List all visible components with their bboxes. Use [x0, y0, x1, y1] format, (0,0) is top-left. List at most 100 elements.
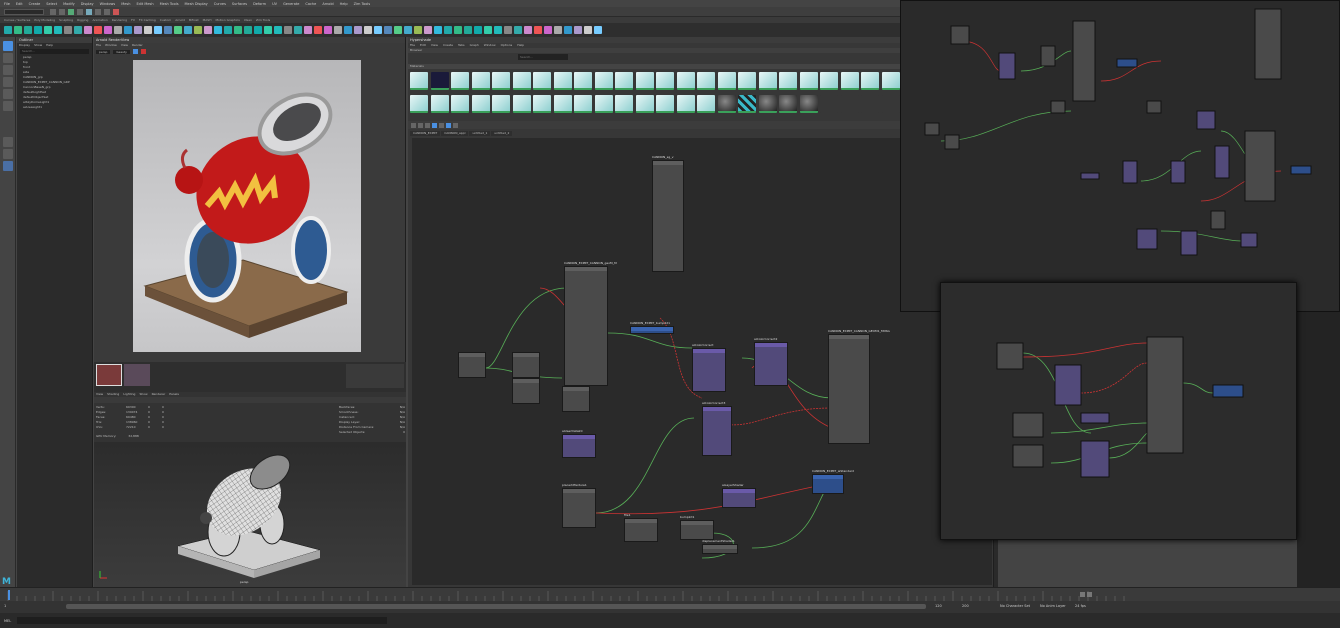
shelf-tool-icon[interactable] — [24, 26, 32, 34]
node-header[interactable] — [565, 267, 607, 271]
material-swatch[interactable] — [533, 95, 551, 113]
shelf-tool-icon[interactable] — [334, 26, 342, 34]
shelf-tool-icon[interactable] — [194, 26, 202, 34]
menu-mesh[interactable]: Mesh — [121, 2, 130, 6]
shelf-tool-icon[interactable] — [174, 26, 182, 34]
shelf-tool-icon[interactable] — [584, 26, 592, 34]
viewport-menu-item[interactable]: Show — [139, 392, 147, 397]
shelf-tool-icon[interactable] — [354, 26, 362, 34]
shelf-tool-icon[interactable] — [504, 26, 512, 34]
material-swatch[interactable] — [656, 95, 674, 113]
menu-file[interactable]: File — [4, 2, 10, 6]
menu-mesh-display[interactable]: Mesh Display — [185, 2, 208, 6]
viewport-menu-item[interactable]: Lighting — [123, 392, 135, 397]
shelf-tab-9[interactable]: Arnold — [175, 18, 185, 22]
hypershade-menu-item[interactable]: Graph — [470, 43, 479, 48]
shelf-tool-icon[interactable] — [394, 26, 402, 34]
material-swatch[interactable] — [471, 72, 490, 90]
shader-node[interactable] — [512, 352, 540, 378]
shader-node[interactable] — [458, 352, 486, 378]
material-swatch[interactable] — [840, 95, 859, 113]
node-header[interactable] — [829, 335, 869, 339]
shelf-tool-icon[interactable] — [364, 26, 372, 34]
material-swatch[interactable] — [676, 95, 695, 113]
shader-node[interactable] — [812, 474, 844, 494]
shelf-tool-icon[interactable] — [54, 26, 62, 34]
outliner-item[interactable]: aiAreaLight1 — [17, 105, 92, 110]
shelf-tool-icon[interactable] — [404, 26, 412, 34]
outliner-menu-display[interactable]: Display — [19, 43, 30, 48]
node-header[interactable] — [681, 521, 713, 525]
rotate-tool-icon[interactable] — [3, 89, 13, 99]
material-swatch[interactable] — [471, 95, 490, 113]
shader-node[interactable] — [692, 348, 726, 392]
shelf-tool-icon[interactable] — [454, 26, 462, 34]
menu-curves[interactable]: Curves — [214, 2, 226, 6]
node-header[interactable] — [813, 475, 843, 479]
shelf-tool-icon[interactable] — [154, 26, 162, 34]
render-menu-render[interactable]: Render — [132, 43, 143, 48]
render-play-icon[interactable] — [132, 49, 138, 54]
material-swatch[interactable] — [553, 95, 572, 113]
shelf-tab-0[interactable]: Curves / Surfaces — [4, 18, 30, 22]
lasso-tool-icon[interactable] — [3, 53, 13, 63]
shelf-tool-icon[interactable] — [234, 26, 242, 34]
shelf-tool-icon[interactable] — [114, 26, 122, 34]
shader-node[interactable] — [564, 266, 608, 386]
material-swatch[interactable] — [410, 95, 428, 113]
material-swatch[interactable] — [697, 72, 715, 90]
node-header[interactable] — [625, 519, 657, 523]
cmd-language[interactable]: MEL — [4, 619, 11, 623]
material-swatch[interactable] — [615, 72, 633, 90]
shelf-tool-icon[interactable] — [84, 26, 92, 34]
material-swatch[interactable] — [451, 95, 469, 113]
hypershade-menu-item[interactable]: Options — [501, 43, 513, 48]
shader-node[interactable] — [512, 378, 540, 404]
render-menu-view[interactable]: View — [121, 43, 128, 48]
shelf-tab-6[interactable]: FX — [131, 18, 135, 22]
node-header[interactable] — [563, 435, 595, 439]
shelf-tool-icon[interactable] — [144, 26, 152, 34]
material-swatch[interactable] — [820, 72, 838, 90]
shelf-tool-icon[interactable] — [204, 26, 212, 34]
node-header[interactable] — [653, 161, 683, 165]
menu-windows[interactable]: Windows — [100, 2, 116, 6]
shelf-tool-icon[interactable] — [524, 26, 532, 34]
material-swatch[interactable] — [574, 95, 592, 113]
shelf-tool-icon[interactable] — [74, 26, 82, 34]
select-tool-icon[interactable] — [3, 41, 13, 51]
shelf-tab-1[interactable]: Poly Modeling — [34, 18, 55, 22]
menu-deform[interactable]: Deform — [253, 2, 266, 6]
viewport-menu-item[interactable]: View — [96, 392, 103, 397]
shelf-tool-icon[interactable] — [104, 26, 112, 34]
graph-tab[interactable]: CANNON_EXPRT — [410, 131, 441, 136]
material-swatch[interactable] — [717, 95, 736, 113]
range-total-field[interactable]: 200 — [962, 604, 969, 608]
material-swatch[interactable] — [758, 72, 777, 90]
shader-node[interactable] — [722, 488, 756, 508]
shader-node[interactable] — [562, 434, 596, 458]
shelf-tab-3[interactable]: Rigging — [77, 18, 88, 22]
play-forward-icon[interactable] — [1087, 592, 1092, 597]
shelf-tab-12[interactable]: Motion Graphics — [215, 18, 239, 22]
hypershade-menu-item[interactable]: Tabs — [458, 43, 465, 48]
viewport-menu-item[interactable]: Panels — [169, 392, 179, 397]
outliner-search-input[interactable]: Search... — [20, 49, 89, 54]
material-swatch[interactable] — [533, 72, 551, 90]
scale-tool-icon[interactable] — [3, 101, 13, 111]
menu-edit-mesh[interactable]: Edit Mesh — [136, 2, 153, 6]
shelf-tool-icon[interactable] — [4, 26, 12, 34]
layout-two-icon[interactable] — [3, 161, 13, 171]
material-swatch[interactable] — [430, 95, 449, 113]
material-swatch[interactable] — [738, 72, 756, 90]
material-swatch[interactable] — [451, 72, 469, 90]
range-start-field[interactable]: 1 — [4, 604, 6, 608]
graph-tab[interactable]: untitled_1 — [469, 131, 491, 136]
shelf-tool-icon[interactable] — [314, 26, 322, 34]
shelf-tool-icon[interactable] — [304, 26, 312, 34]
hypershade-menu-item[interactable]: Create — [443, 43, 453, 48]
render-aov-dropdown[interactable]: beauty — [113, 49, 130, 54]
shelf-tool-icon[interactable] — [294, 26, 302, 34]
material-swatch[interactable] — [861, 72, 879, 90]
material-swatch[interactable] — [779, 72, 797, 90]
